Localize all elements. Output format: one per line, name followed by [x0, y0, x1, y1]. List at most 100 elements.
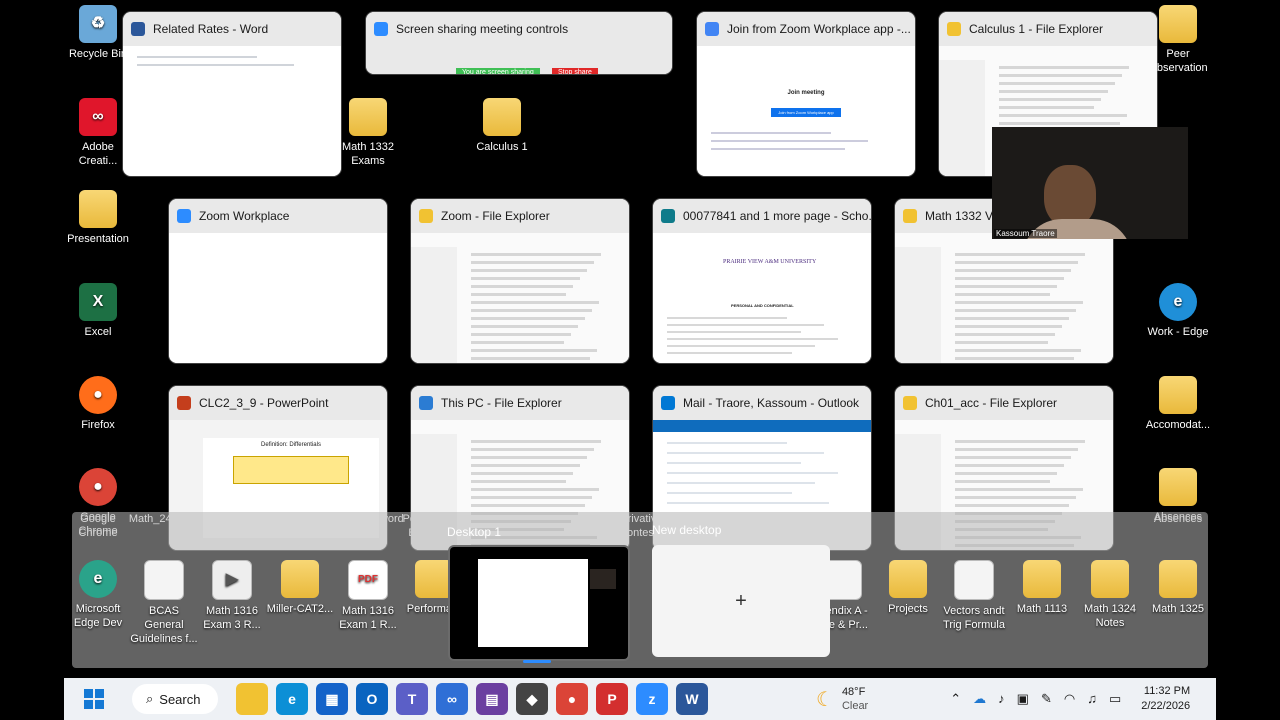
app-icon [419, 396, 433, 410]
desktop-icon[interactable]: e Work - Edge [1142, 283, 1214, 339]
file-row [999, 74, 1122, 77]
taskbar-outlook-icon[interactable]: O [356, 683, 388, 715]
desktop-icon[interactable]: Math 1325 [1142, 560, 1214, 616]
taskbar-word-icon[interactable]: W [676, 683, 708, 715]
search-box[interactable]: ⌕ Search [132, 684, 218, 714]
file-row [471, 293, 566, 296]
new-desktop-button[interactable]: + [652, 545, 830, 657]
chevron-up-icon[interactable]: ⌃ [950, 691, 961, 707]
stop-share-button[interactable]: Stop share [552, 68, 598, 74]
file-row [999, 90, 1108, 93]
join-meeting-heading: Join meeting [787, 90, 825, 96]
onedrive-icon[interactable]: ☁ [973, 691, 986, 707]
folder-icon [483, 98, 521, 136]
file-row [955, 333, 1055, 336]
desktop-1-active-indicator [523, 660, 551, 663]
file-row [471, 285, 573, 288]
screen-share-icon[interactable]: ▣ [1017, 691, 1029, 707]
start-icon [84, 689, 93, 698]
file-row [955, 285, 1057, 288]
desktop-icon[interactable]: ● Firefox [62, 376, 134, 432]
desktop-icon[interactable]: Accomodat... [1142, 376, 1214, 432]
document-icon [954, 560, 994, 600]
desktop-icon[interactable]: Calculus 1 [466, 98, 538, 154]
desktop-1-thumbnail[interactable] [448, 545, 630, 661]
taskbar-snip-icon[interactable]: ◆ [516, 683, 548, 715]
window-blank[interactable]: Zoom Workplace [169, 199, 387, 363]
file-row [955, 472, 1057, 475]
taskbar-copilot-icon[interactable]: ∞ [436, 683, 468, 715]
file-row [471, 448, 594, 451]
weather-desc: Clear [841, 700, 869, 712]
window-thumbnail: Join meeting Join from Zoom Workplace app [697, 46, 915, 176]
pen-icon[interactable]: ✎ [1041, 691, 1052, 707]
taskbar-acrobat-icon[interactable]: P [596, 683, 628, 715]
weather-widget[interactable]: ☾ 48°F Clear [816, 685, 868, 713]
join-from-app-button[interactable]: Join from Zoom Workplace app [771, 108, 841, 117]
desktop-icon[interactable]: Math 1113 [1006, 560, 1078, 616]
file-row [955, 456, 1071, 459]
desktop-icon[interactable]: Math 1332 Exams [332, 98, 404, 168]
window-thumbnail [895, 233, 1113, 363]
search-icon: ⌕ [146, 691, 154, 706]
file-row [955, 488, 1083, 491]
folder-icon [1159, 468, 1197, 506]
desktop-icon[interactable]: Vectors andt Trig Formula [938, 560, 1010, 632]
desktop-icon[interactable]: Miller-CAT2... [264, 560, 336, 616]
taskbar-chrome-icon[interactable]: ● [556, 683, 588, 715]
volume-icon[interactable]: ♫ [1087, 691, 1097, 707]
desktop-icon[interactable]: BCAS General Guidelines f... [128, 560, 200, 646]
content-line [667, 502, 829, 504]
window-share[interactable]: Screen sharing meeting controls You are s… [366, 12, 672, 74]
start-button[interactable] [78, 683, 110, 715]
window-title: Related Rates - Word [153, 22, 269, 36]
taskbar-store-icon[interactable]: ▦ [316, 683, 348, 715]
taskbar-file-explorer-icon[interactable] [236, 683, 268, 715]
file-row [955, 341, 1048, 344]
window-word[interactable]: Related Rates - Word [123, 12, 341, 176]
window-explorer[interactable]: Zoom - File Explorer [411, 199, 629, 363]
folder-icon [1159, 376, 1197, 414]
file-row [471, 301, 599, 304]
file-row [955, 269, 1071, 272]
desktop-icon[interactable]: e Microsoft Edge Dev [62, 560, 134, 630]
window-thumbnail [169, 233, 387, 363]
file-row [471, 261, 594, 264]
battery-icon[interactable]: ▭ [1109, 691, 1121, 707]
taskbar-teams-icon[interactable]: T [396, 683, 428, 715]
file-row [999, 114, 1127, 117]
desktop-icon-label: Microsoft Edge Dev [73, 603, 123, 629]
desktop-icon-label: Calculus 1 [476, 141, 528, 153]
window-letter[interactable]: 00077841 and 1 more page - Scho... PRAIRI… [653, 199, 871, 363]
clock[interactable]: 11:32 PM 2/22/2026 [1141, 684, 1190, 714]
file-row [471, 269, 587, 272]
window-thumbnail [411, 233, 629, 363]
content-line [711, 148, 845, 150]
content-line [667, 442, 787, 444]
content-line [711, 132, 831, 134]
window-title: Zoom Workplace [199, 209, 290, 223]
desktop-icon[interactable]: Presentation [62, 190, 134, 246]
desktop-icon[interactable]: Projects [872, 560, 944, 616]
desktop-icon[interactable]: ▶ Math 1316 Exam 3 R... [196, 560, 268, 632]
taskbar-calculator-icon[interactable]: ▤ [476, 683, 508, 715]
desktop-icon[interactable]: X Excel [62, 283, 134, 339]
file-row [955, 317, 1069, 320]
window-title: This PC - File Explorer [441, 396, 562, 410]
file-row [955, 293, 1050, 296]
content-line [667, 317, 787, 319]
window-browser[interactable]: Join from Zoom Workplace app -... Join me… [697, 12, 915, 176]
microphone-icon[interactable]: ♪ [998, 691, 1005, 707]
desktop-icon-label: Math 1332 Exams [342, 141, 394, 167]
desktop-icon[interactable]: Math 1324 Notes [1074, 560, 1146, 630]
file-row [955, 464, 1064, 467]
wifi-icon[interactable]: ◠ [1064, 691, 1075, 707]
chrome-icon: ● [79, 468, 117, 506]
start-icon [95, 689, 104, 698]
taskbar-edge-icon[interactable]: e [276, 683, 308, 715]
desktop-icon[interactable]: PDF Math 1316 Exam 1 R... [332, 560, 404, 632]
file-row [999, 66, 1129, 69]
clock-date: 2/22/2026 [1141, 700, 1191, 712]
content-line [667, 462, 801, 464]
taskbar-zoom-icon[interactable]: z [636, 683, 668, 715]
